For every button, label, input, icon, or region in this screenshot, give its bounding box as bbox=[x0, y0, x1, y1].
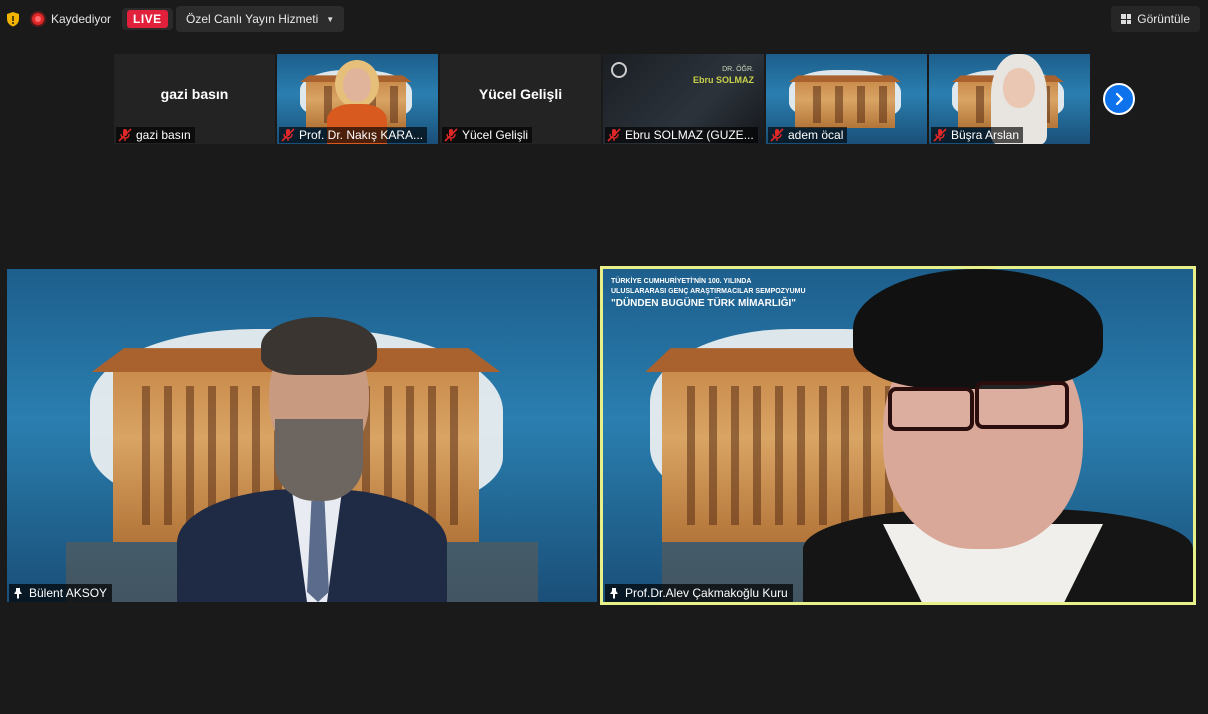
pin-icon bbox=[610, 588, 618, 599]
participant-name-text: gazi basın bbox=[136, 128, 191, 142]
banner-title: "DÜNDEN BUGÜNE TÜRK MİMARLIĞI" bbox=[611, 298, 797, 309]
recording-dot-icon bbox=[32, 13, 44, 25]
banner-line: TÜRKİYE CUMHURİYETİ'NİN 100. YILINDA bbox=[611, 278, 752, 285]
participant-name-text: Ebru SOLMAZ (GUZE... bbox=[625, 128, 754, 142]
participant-name-label: Prof. Dr. Nakış KARA... bbox=[279, 127, 428, 143]
active-speaker-video-tile[interactable]: TÜRKİYE CUMHURİYETİ'NİN 100. YILINDA ULU… bbox=[600, 266, 1196, 605]
muted-mic-icon bbox=[607, 128, 621, 142]
muted-mic-icon bbox=[118, 128, 132, 142]
participant-thumbnail[interactable]: gazi basın gazi basın bbox=[114, 54, 275, 144]
speaker-name-text: Bülent AKSOY bbox=[29, 586, 108, 600]
participant-gallery-strip: gazi basın gazi basın Prof. Dr. Nakış KA… bbox=[114, 54, 1090, 144]
muted-mic-icon bbox=[281, 128, 295, 142]
participant-thumbnail[interactable]: Prof. Dr. Nakış KARA... bbox=[277, 54, 438, 144]
stream-service-label: Özel Canlı Yayın Hizmeti bbox=[186, 12, 319, 26]
muted-mic-icon bbox=[770, 128, 784, 142]
speaker-video-glasses-right bbox=[975, 381, 1069, 429]
recording-indicator[interactable]: Kaydediyor bbox=[32, 6, 111, 32]
university-logo-icon bbox=[611, 62, 627, 78]
muted-mic-icon bbox=[444, 128, 458, 142]
chevron-right-icon bbox=[1115, 92, 1124, 106]
participant-name-text: Büşra Arslan bbox=[951, 128, 1020, 142]
speaker-video-hair bbox=[261, 317, 377, 375]
live-badge[interactable]: LIVE bbox=[122, 8, 173, 30]
next-page-button[interactable] bbox=[1103, 83, 1135, 115]
caret-down-icon: ▼ bbox=[326, 14, 335, 24]
speaker-video-hair bbox=[853, 269, 1103, 389]
view-label: Görüntüle bbox=[1137, 12, 1190, 26]
symposium-banner: TÜRKİYE CUMHURİYETİ'NİN 100. YILINDA ULU… bbox=[611, 277, 806, 311]
speaker-name-text: Prof.Dr.Alev Çakmakoğlu Kuru bbox=[625, 586, 788, 600]
recording-label: Kaydediyor bbox=[51, 12, 112, 26]
muted-mic-icon bbox=[933, 128, 947, 142]
speaker-video-glasses-left bbox=[888, 387, 974, 431]
participant-video-face bbox=[343, 68, 371, 102]
security-shield-icon[interactable] bbox=[2, 6, 24, 32]
speaker-name-label: Prof.Dr.Alev Çakmakoğlu Kuru bbox=[605, 584, 793, 602]
participant-thumbnail[interactable]: Yücel Gelişli Yücel Gelişli bbox=[440, 54, 601, 144]
grid-view-icon bbox=[1121, 14, 1132, 24]
speaker-name-label: Bülent AKSOY bbox=[9, 584, 113, 602]
pin-icon bbox=[14, 588, 22, 599]
slide-speaker-name: Ebru SOLMAZ bbox=[693, 75, 754, 85]
banner-line: ULUSLARARASI GENÇ ARAŞTIRMACILAR SEMPOZY… bbox=[611, 288, 806, 295]
participant-thumbnail[interactable]: Büşra Arslan bbox=[929, 54, 1090, 144]
participant-name-text: Prof. Dr. Nakış KARA... bbox=[299, 128, 424, 142]
participant-thumbnail[interactable]: adem öcal bbox=[766, 54, 927, 144]
participant-name-text: Yücel Gelişli bbox=[462, 128, 529, 142]
participant-name-label: Büşra Arslan bbox=[931, 127, 1024, 143]
speaker-video-beard bbox=[275, 419, 363, 501]
participant-thumbnail[interactable]: DR. ÖĞR. Ebru SOLMAZ Ebru SOLMAZ (GUZE..… bbox=[603, 54, 764, 144]
live-label: LIVE bbox=[127, 10, 168, 28]
participant-video-face bbox=[1003, 68, 1035, 108]
view-button[interactable]: Görüntüle bbox=[1111, 6, 1200, 32]
speaker-video-tile[interactable]: Bülent AKSOY bbox=[7, 269, 597, 602]
participant-name-label: gazi basın bbox=[116, 127, 195, 143]
slide-title: DR. ÖĞR. bbox=[722, 66, 754, 73]
live-stream-service-dropdown[interactable]: Özel Canlı Yayın Hizmeti ▼ bbox=[176, 6, 345, 32]
participant-name-label: adem öcal bbox=[768, 127, 848, 143]
participant-name-label: Ebru SOLMAZ (GUZE... bbox=[605, 127, 758, 143]
participant-name-text: adem öcal bbox=[788, 128, 844, 142]
participant-name-label: Yücel Gelişli bbox=[442, 127, 533, 143]
